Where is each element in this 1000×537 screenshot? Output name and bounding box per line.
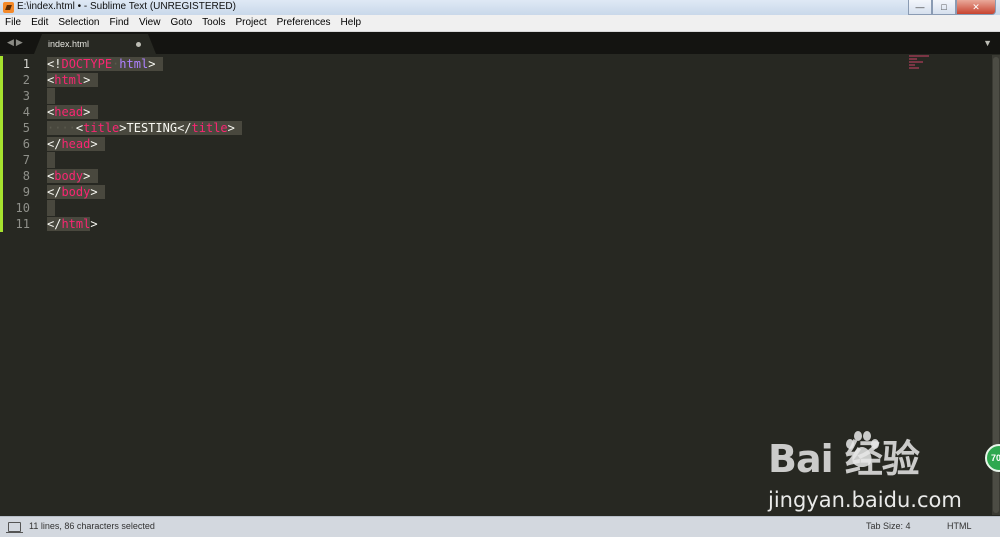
code-line-10-selection[interactable] [47,200,55,216]
watermark-url: jingyan.baidu.com [768,488,962,512]
arrow-right-icon[interactable]: ▶ [16,37,25,47]
tag-bracket: > [90,217,98,231]
tag-name: head [61,137,91,151]
menu-selection[interactable]: Selection [53,15,104,31]
maximize-icon: □ [941,2,947,12]
menu-view[interactable]: View [134,15,166,31]
tag-name: html [61,217,91,231]
maximize-button[interactable]: □ [932,0,956,15]
title-text: TESTING [126,121,178,135]
tag-bracket: </ [47,217,62,231]
tab-dropdown-icon[interactable]: ▼ [983,38,992,48]
tag-bracket: > [83,169,91,183]
menu-bar: File Edit Selection Find View Goto Tools… [0,15,1000,32]
tag-name: body [61,185,91,199]
indent-dots: ···· [47,121,76,135]
selection-status: 11 lines, 86 characters selected [29,521,155,531]
minimize-icon: — [915,2,925,12]
line-number: 5 [22,121,30,135]
line-number: 8 [22,169,30,183]
code-line-2[interactable]: <html> [47,72,98,88]
baidu-jingyan-watermark: Bai 经验 jingyan.baidu.com [768,428,968,520]
tag-name: body [54,169,84,183]
code-line-9[interactable]: </body> [47,184,105,200]
line-number: 7 [22,153,30,167]
tag-bracket: > [227,121,235,135]
line-number: 9 [22,185,30,199]
tag-bracket: </ [177,121,192,135]
arrow-left-icon[interactable]: ◀ [7,37,16,47]
menu-file[interactable]: File [0,15,26,31]
tab-label: index.html [48,39,90,49]
code-line-8[interactable]: <body> [47,168,98,184]
code-line-1[interactable]: <!DOCTYPE·html> [47,56,163,72]
window-title: E:\index.html • - Sublime Text (UNREGIST… [17,1,236,12]
tag-name: title [83,121,120,135]
tag-bracket: </ [47,137,62,151]
tag-bracket: </ [47,185,62,199]
tag-bracket: > [83,105,91,119]
line-number: 1 [22,57,30,71]
title-bar: E:\index.html • - Sublime Text (UNREGIST… [0,0,1000,15]
minimize-button[interactable]: — [908,0,932,15]
paw-icon [846,431,879,467]
code-line-5[interactable]: ····<title>TESTING</title> [47,120,243,136]
tab-nav-arrows[interactable]: ◀▶ [7,37,25,48]
tag-bracket: > [90,137,98,151]
close-icon: ✕ [972,1,980,12]
minimap[interactable] [909,55,931,75]
tag-bracket: > [90,185,98,199]
tag-name: title [191,121,228,135]
tab-size-indicator[interactable]: Tab Size: 4 [866,521,911,531]
tag-bracket: > [148,57,156,71]
line-number: 6 [22,137,30,151]
tag-name: html [54,73,84,87]
menu-help[interactable]: Help [336,15,367,31]
menu-preferences[interactable]: Preferences [272,15,336,31]
line-number: 2 [22,73,30,87]
menu-project[interactable]: Project [231,15,272,31]
close-button[interactable]: ✕ [956,0,996,15]
sublime-text-app-icon [3,2,14,13]
code-line-6[interactable]: </head> [47,136,105,152]
line-number: 10 [15,201,30,215]
tag-bracket: > [83,73,91,87]
unsaved-dot-icon[interactable] [136,42,141,47]
line-number-gutter: 1 2 3 4 5 6 7 8 9 10 11 [0,55,42,515]
menu-goto[interactable]: Goto [165,15,197,31]
doctype-keyword: DOCTYPE [61,57,113,71]
code-line-4[interactable]: <head> [47,104,98,120]
status-bar: 11 lines, 86 characters selected Tab Siz… [0,516,1000,537]
tab-index-html[interactable]: index.html [34,34,156,54]
line-number: 11 [15,217,30,231]
tab-bar: ◀▶ index.html ▼ [0,32,1000,54]
syntax-indicator[interactable]: HTML [947,521,972,531]
menu-edit[interactable]: Edit [26,15,53,31]
tag-name: head [54,105,84,119]
menu-tools[interactable]: Tools [197,15,230,31]
code-line-3-selection[interactable] [47,88,55,104]
line-number: 4 [22,105,30,119]
code-line-7-selection[interactable] [47,152,55,168]
line-number: 3 [22,89,30,103]
tag-bracket: > [119,121,127,135]
code-line-11[interactable]: </html> [47,216,98,232]
menu-find[interactable]: Find [105,15,134,31]
console-panel-icon[interactable] [6,522,23,533]
window-controls: — □ ✕ [908,0,996,15]
doctype-value: html [119,57,149,71]
